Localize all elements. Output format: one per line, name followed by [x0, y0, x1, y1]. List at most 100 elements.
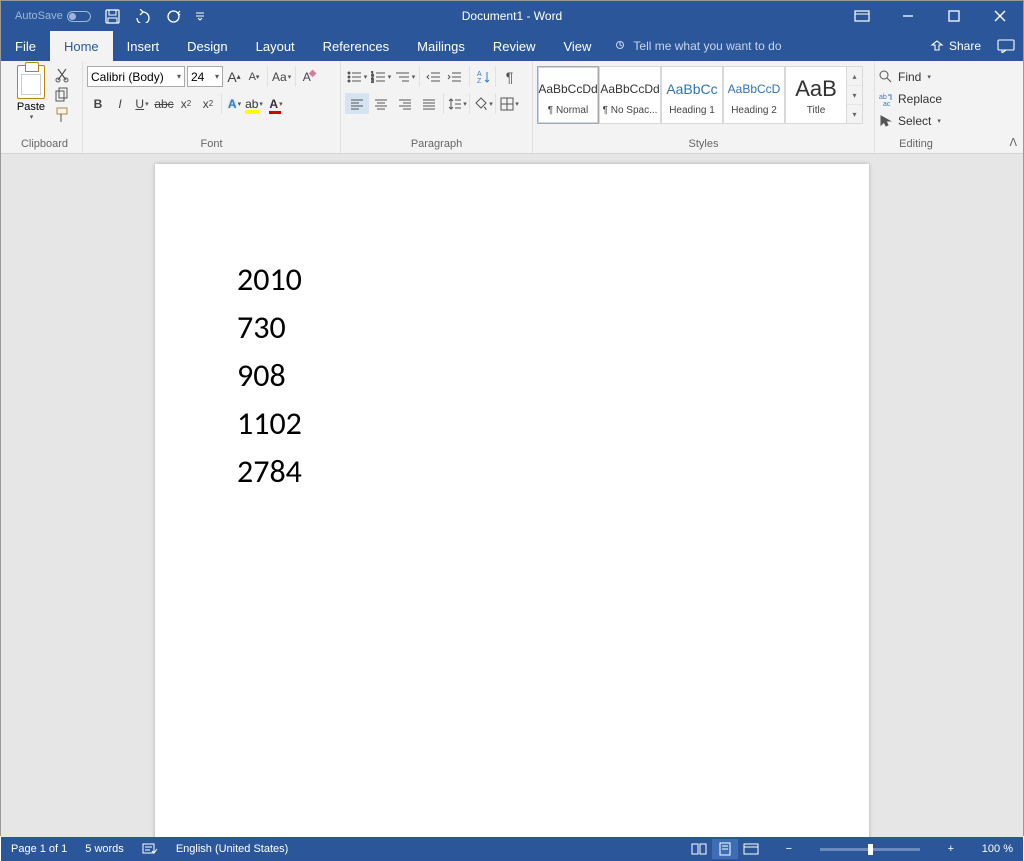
style-preview: AaB — [795, 75, 837, 103]
print-layout-button[interactable] — [712, 839, 738, 859]
paste-button[interactable]: Paste ▾ — [11, 63, 51, 123]
line-spacing-button[interactable]: ▾ — [443, 93, 467, 114]
clipboard-group-label: Clipboard — [11, 138, 78, 153]
tell-me-search[interactable]: Tell me what you want to do — [615, 31, 781, 61]
strikethrough-button[interactable]: abc — [153, 93, 175, 114]
format-painter-button[interactable] — [54, 107, 72, 123]
styles-down-button[interactable]: ▾ — [847, 86, 862, 105]
sort-button[interactable]: AZ — [469, 66, 493, 87]
language-status[interactable]: English (United States) — [176, 843, 289, 855]
align-right-button[interactable] — [393, 93, 417, 114]
styles-more-button[interactable]: ▾ — [847, 105, 862, 123]
subscript-button[interactable]: x2 — [175, 93, 197, 114]
style-heading-1[interactable]: AaBbCcHeading 1 — [661, 66, 723, 124]
decrease-indent-button[interactable] — [419, 66, 443, 87]
editing-group-label: Editing — [879, 138, 953, 153]
font-name-combobox[interactable]: Calibri (Body)▾ — [87, 66, 185, 87]
read-mode-button[interactable] — [686, 839, 712, 859]
styles-up-button[interactable]: ▴ — [847, 67, 862, 86]
quick-access-toolbar — [105, 9, 205, 24]
grow-font-button[interactable]: A▴ — [225, 66, 243, 87]
shading-button[interactable]: ▾ — [469, 93, 493, 114]
autosave-label: AutoSave — [15, 10, 63, 22]
document-line[interactable]: 2010 — [237, 256, 787, 304]
svg-text:A: A — [477, 71, 482, 78]
document-area[interactable]: 201073090811022784 — [1, 154, 1023, 837]
maximize-button[interactable] — [931, 1, 977, 31]
qat-customize-button[interactable] — [195, 11, 205, 21]
tab-design[interactable]: Design — [173, 31, 241, 61]
bold-button[interactable]: B — [87, 93, 109, 114]
redo-button[interactable] — [166, 9, 181, 24]
text-effects-button[interactable]: A▾ — [221, 93, 243, 114]
copy-button[interactable] — [54, 87, 72, 103]
zoom-out-button[interactable]: − — [782, 843, 796, 855]
page-number-status[interactable]: Page 1 of 1 — [11, 843, 67, 855]
increase-indent-button[interactable] — [443, 66, 467, 87]
cut-button[interactable] — [54, 67, 72, 83]
style--normal[interactable]: AaBbCcDd¶ Normal — [537, 66, 599, 124]
numbering-button[interactable]: 123▾ — [369, 66, 393, 87]
select-label: Select — [898, 114, 931, 128]
autosave-toggle[interactable]: AutoSave — [15, 10, 91, 22]
paragraph-group-label: Paragraph — [345, 138, 528, 153]
tab-insert[interactable]: Insert — [113, 31, 174, 61]
font-group-label: Font — [87, 138, 336, 153]
select-button[interactable]: Select▾ — [879, 111, 953, 130]
tab-layout[interactable]: Layout — [242, 31, 309, 61]
bullets-button[interactable]: ▾ — [345, 66, 369, 87]
tab-references[interactable]: References — [309, 31, 403, 61]
svg-text:Z: Z — [477, 78, 482, 84]
find-button[interactable]: Find▾ — [879, 67, 953, 86]
view-buttons — [686, 839, 764, 859]
undo-button[interactable] — [134, 9, 152, 23]
zoom-in-button[interactable]: + — [944, 843, 958, 855]
zoom-level[interactable]: 100 % — [982, 843, 1013, 855]
style--no-spac-[interactable]: AaBbCcDd¶ No Spac... — [599, 66, 661, 124]
replace-button[interactable]: abac Replace — [879, 89, 953, 108]
highlight-button[interactable]: ab▾ — [243, 93, 265, 114]
italic-button[interactable]: I — [109, 93, 131, 114]
comments-button[interactable] — [997, 39, 1015, 53]
style-heading-2[interactable]: AaBbCcDHeading 2 — [723, 66, 785, 124]
page[interactable]: 201073090811022784 — [155, 164, 869, 837]
close-button[interactable] — [977, 1, 1023, 31]
tab-home[interactable]: Home — [50, 31, 113, 61]
shrink-font-button[interactable]: A▾ — [245, 66, 263, 87]
change-case-button[interactable]: Aa▾ — [267, 66, 291, 87]
share-button[interactable]: Share — [930, 39, 981, 53]
collapse-ribbon-button[interactable]: ᐱ — [1009, 136, 1017, 149]
font-color-button[interactable]: A▾ — [265, 93, 287, 114]
document-line[interactable]: 908 — [237, 352, 787, 400]
document-line[interactable]: 1102 — [237, 400, 787, 448]
multilevel-list-button[interactable]: ▾ — [393, 66, 417, 87]
ribbon-tabs: File Home Insert Design Layout Reference… — [1, 31, 1023, 61]
borders-button[interactable]: ▾ — [495, 93, 519, 114]
style-preview: AaBbCcD — [728, 75, 781, 103]
font-size-combobox[interactable]: 24▾ — [187, 66, 223, 87]
word-count-status[interactable]: 5 words — [85, 843, 124, 855]
clear-formatting-button[interactable]: A◆ — [295, 66, 313, 87]
align-center-button[interactable] — [369, 93, 393, 114]
styles-gallery: AaBbCcDd¶ NormalAaBbCcDd¶ No Spac...AaBb… — [537, 66, 870, 124]
tab-review[interactable]: Review — [479, 31, 550, 61]
spellcheck-status[interactable] — [142, 842, 158, 856]
style-name: ¶ No Spac... — [603, 105, 658, 116]
save-button[interactable] — [105, 9, 120, 24]
show-marks-button[interactable]: ¶ — [495, 66, 519, 87]
justify-button[interactable] — [417, 93, 441, 114]
superscript-button[interactable]: x2 — [197, 93, 219, 114]
tab-mailings[interactable]: Mailings — [403, 31, 479, 61]
tab-file[interactable]: File — [1, 31, 50, 61]
web-layout-button[interactable] — [738, 839, 764, 859]
style-title[interactable]: AaBTitle — [785, 66, 847, 124]
underline-button[interactable]: U▾ — [131, 93, 153, 114]
document-line[interactable]: 2784 — [237, 448, 787, 496]
minimize-button[interactable] — [885, 1, 931, 31]
ribbon-display-button[interactable] — [839, 1, 885, 31]
tab-view[interactable]: View — [549, 31, 605, 61]
group-font: Calibri (Body)▾ 24▾ A▴ A▾ Aa▾ A◆ B I U▾ … — [83, 61, 341, 153]
zoom-slider[interactable] — [820, 848, 920, 851]
align-left-button[interactable] — [345, 93, 369, 114]
document-line[interactable]: 730 — [237, 304, 787, 352]
